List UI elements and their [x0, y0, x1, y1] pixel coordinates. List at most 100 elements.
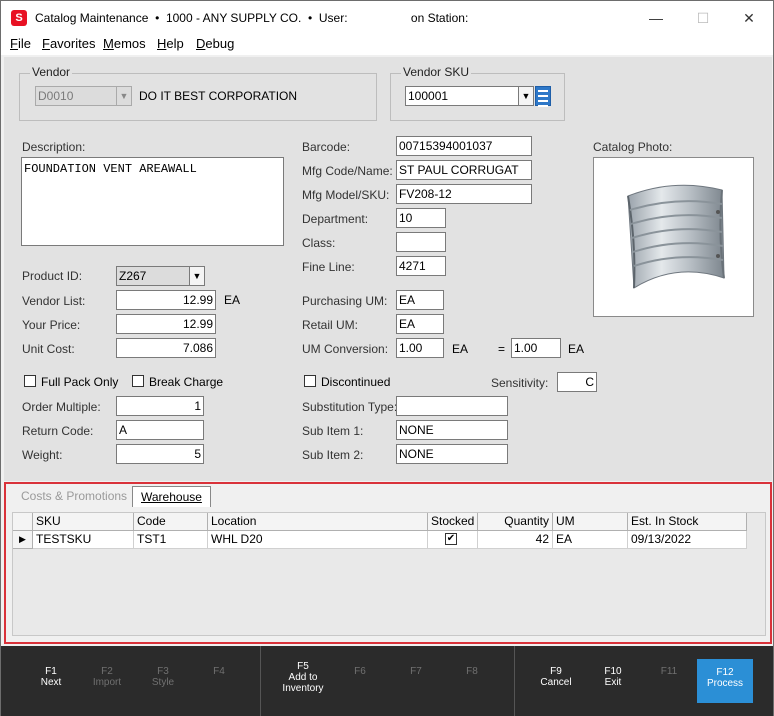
- catalog-photo-label: Catalog Photo:: [593, 140, 673, 154]
- function-key-bar: F1 Next F2 Import F3 Style F4 F5 Add to Inve…: [1, 646, 773, 716]
- unit-cost-field[interactable]: 7.086: [116, 338, 216, 358]
- vendor-list-field[interactable]: 12.99: [116, 290, 216, 310]
- minimize-button[interactable]: —: [633, 5, 679, 31]
- menu-bar: File Favorites Memos Help Debug: [1, 33, 773, 55]
- f11-button[interactable]: F11: [641, 646, 697, 716]
- your-price-field[interactable]: 12.99: [116, 314, 216, 334]
- f3-style-button[interactable]: F3 Style: [135, 646, 191, 716]
- title-bar: S Catalog Maintenance • 1000 - ANY SUPPL…: [1, 1, 773, 33]
- barcode-field[interactable]: 00715394001037: [396, 136, 532, 156]
- menu-memos[interactable]: Memos: [103, 36, 146, 51]
- tab-costs-promotions[interactable]: Costs & Promotions: [13, 486, 135, 507]
- cell-sku[interactable]: TESTSKU: [33, 531, 134, 549]
- f9-cancel-button[interactable]: F9 Cancel: [528, 646, 584, 716]
- break-charge-checkbox[interactable]: [132, 375, 144, 387]
- sensitivity-field[interactable]: C: [557, 372, 597, 392]
- description-field[interactable]: FOUNDATION VENT AREAWALL: [21, 157, 284, 246]
- vendor-dropdown-arrow-icon[interactable]: ▼: [116, 86, 132, 106]
- um-conversion-unit: EA: [452, 342, 469, 356]
- order-multiple-field[interactable]: 1: [116, 396, 204, 416]
- f8-button[interactable]: F8: [444, 646, 500, 716]
- catalog-maintenance-window: S Catalog Maintenance • 1000 - ANY SUPPL…: [0, 0, 774, 716]
- vendor-list-label: Vendor List:: [22, 294, 86, 308]
- vendor-list-unit: EA: [224, 293, 241, 307]
- class-field[interactable]: [396, 232, 446, 252]
- department-label: Department:: [302, 212, 369, 226]
- column-header-est-in-stock[interactable]: Est. In Stock: [628, 513, 747, 531]
- close-button[interactable]: ✕: [726, 5, 772, 31]
- column-header-location[interactable]: Location: [208, 513, 428, 531]
- fine-line-label: Fine Line:: [302, 260, 355, 274]
- f2-import-button[interactable]: F2 Import: [79, 646, 135, 716]
- purchasing-um-field[interactable]: EA: [396, 290, 444, 310]
- f6-button[interactable]: F6: [332, 646, 388, 716]
- um-conversion-equals: =: [498, 342, 506, 356]
- current-row-arrow-icon[interactable]: ▶: [13, 531, 33, 549]
- discontinued-checkbox[interactable]: [304, 375, 316, 387]
- menu-file[interactable]: File: [10, 36, 31, 51]
- mfg-code-field[interactable]: ST PAUL CORRUGAT: [396, 160, 532, 180]
- retail-um-label: Retail UM:: [302, 318, 359, 332]
- product-id-dropdown-arrow-icon[interactable]: ▼: [189, 266, 205, 286]
- cell-code[interactable]: TST1: [134, 531, 208, 549]
- description-label: Description:: [22, 140, 86, 154]
- column-header-um[interactable]: UM: [553, 513, 628, 531]
- catalog-photo[interactable]: [593, 157, 754, 317]
- sub-item2-label: Sub Item 2:: [302, 448, 364, 462]
- product-id-label: Product ID:: [22, 269, 83, 283]
- f4-button[interactable]: F4: [191, 646, 247, 716]
- app-logo-icon: S: [11, 10, 27, 26]
- discontinued-label: Discontinued: [321, 375, 391, 389]
- foundation-vent-product-image: [627, 184, 725, 289]
- column-header-quantity[interactable]: Quantity: [478, 513, 553, 531]
- column-header-stocked[interactable]: Stocked: [428, 513, 478, 531]
- um-conversion-label: UM Conversion:: [302, 342, 389, 356]
- product-id-field[interactable]: Z267: [116, 266, 190, 286]
- weight-field[interactable]: 5: [116, 444, 204, 464]
- vendor-sku-list-icon[interactable]: [535, 86, 551, 107]
- f5-add-to-inventory-button[interactable]: F5 Add to Inventory: [271, 646, 335, 716]
- full-pack-only-checkbox[interactable]: [24, 375, 36, 387]
- um-conversion-right-field[interactable]: 1.00: [511, 338, 561, 358]
- um-conversion-field[interactable]: 1.00: [396, 338, 444, 358]
- vendor-code-field[interactable]: D0010: [35, 86, 117, 106]
- f7-button[interactable]: F7: [388, 646, 444, 716]
- vendor-sku-dropdown-arrow-icon[interactable]: ▼: [518, 86, 534, 106]
- sub-item1-label: Sub Item 1:: [302, 424, 364, 438]
- sub-item1-field[interactable]: NONE: [396, 420, 508, 440]
- retail-um-field[interactable]: EA: [396, 314, 444, 334]
- vendor-sku-field[interactable]: 100001: [405, 86, 519, 106]
- department-field[interactable]: 10: [396, 208, 446, 228]
- column-header-code[interactable]: Code: [134, 513, 208, 531]
- barcode-label: Barcode:: [302, 140, 351, 154]
- purchasing-um-label: Purchasing UM:: [302, 294, 388, 308]
- fine-line-field[interactable]: 4271: [396, 256, 446, 276]
- column-header-sku[interactable]: SKU: [33, 513, 134, 531]
- grid-corner: [13, 513, 33, 531]
- cell-est-in-stock[interactable]: 09/13/2022: [628, 531, 747, 549]
- f1-next-button[interactable]: F1 Next: [23, 646, 79, 716]
- menu-favorites[interactable]: Favorites: [42, 36, 95, 51]
- unit-cost-label: Unit Cost:: [22, 342, 75, 356]
- cell-stocked[interactable]: ✔: [428, 531, 478, 549]
- menu-debug[interactable]: Debug: [196, 36, 234, 51]
- tab-warehouse[interactable]: Warehouse: [132, 486, 211, 507]
- mfg-model-field[interactable]: FV208-12: [396, 184, 532, 204]
- weight-label: Weight:: [22, 448, 63, 462]
- menu-help[interactable]: Help: [157, 36, 184, 51]
- cell-quantity[interactable]: 42: [478, 531, 553, 549]
- return-code-field[interactable]: A: [116, 420, 204, 440]
- warehouse-grid: SKU Code Location Stocked Quantity UM Es…: [12, 512, 766, 636]
- f12-process-button[interactable]: F12 Process: [697, 659, 753, 703]
- vendor-sku-group-label: Vendor SKU: [401, 65, 472, 79]
- sub-item2-field[interactable]: NONE: [396, 444, 508, 464]
- cell-um[interactable]: EA: [553, 531, 628, 549]
- substitution-type-field[interactable]: [396, 396, 508, 416]
- f10-exit-button[interactable]: F10 Exit: [585, 646, 641, 716]
- maximize-button[interactable]: ☐: [680, 5, 726, 31]
- fkey-separator: [514, 646, 515, 716]
- stocked-checkbox-checked[interactable]: ✔: [445, 533, 457, 545]
- cell-location[interactable]: WHL D20: [208, 531, 428, 549]
- full-pack-only-label: Full Pack Only: [41, 375, 119, 389]
- warehouse-panel: Costs & Promotions Warehouse SKU Code Lo…: [4, 482, 772, 644]
